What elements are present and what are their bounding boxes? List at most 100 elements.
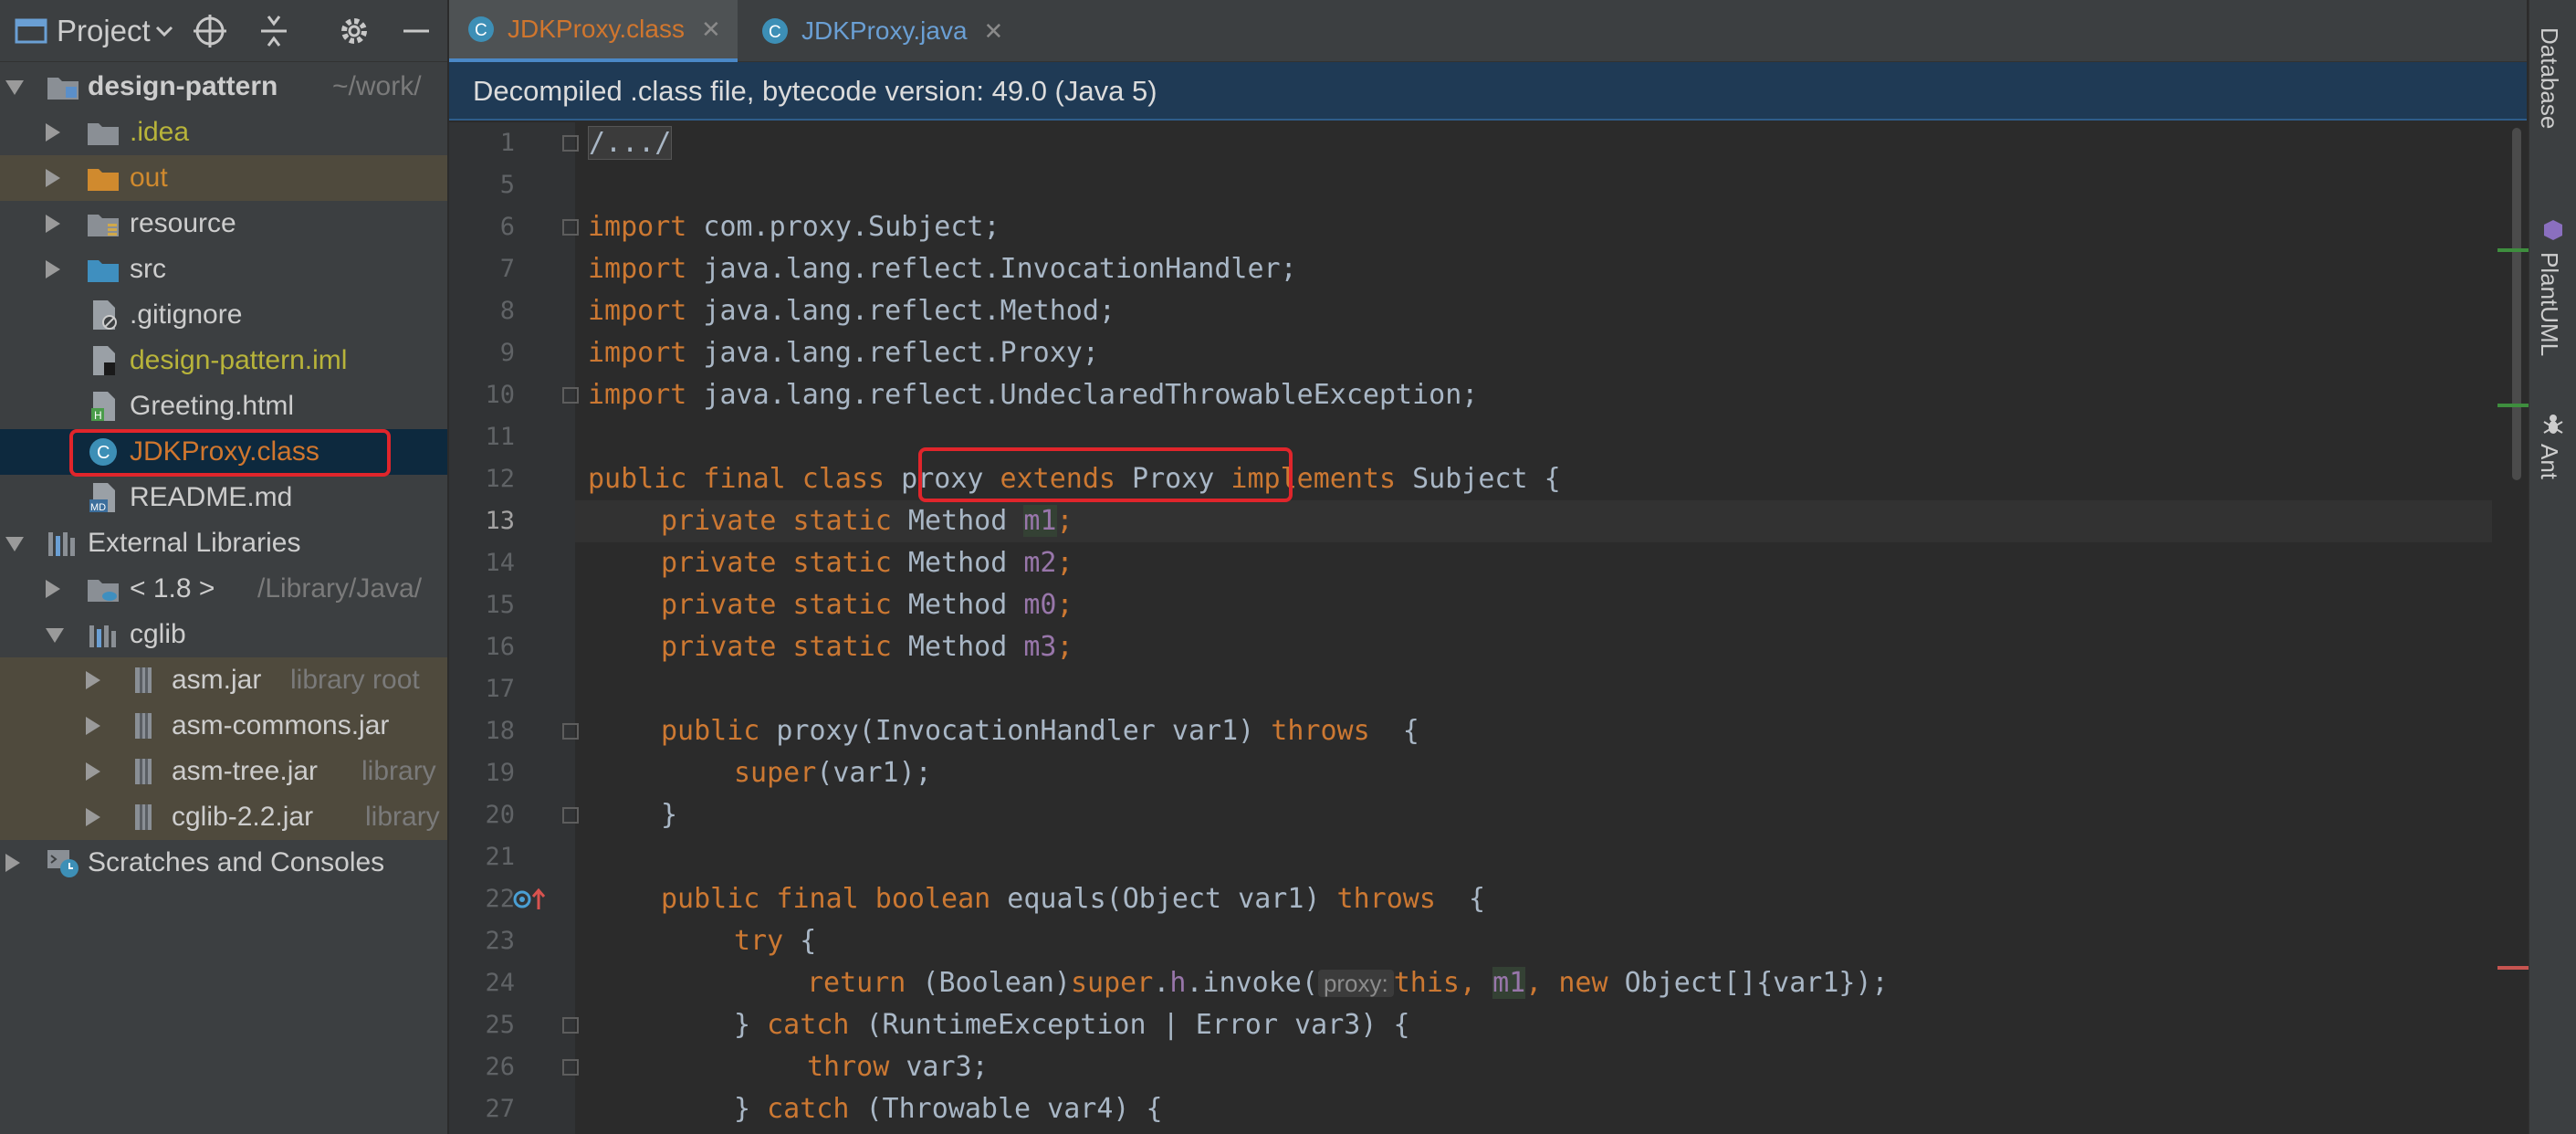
tree-node-iml[interactable]: design-pattern.iml bbox=[0, 338, 447, 383]
chevron-right-icon[interactable] bbox=[86, 671, 100, 689]
chevron-right-icon[interactable] bbox=[46, 580, 60, 598]
ant-tool-button[interactable]: Ant bbox=[2535, 444, 2563, 479]
line-number: 24 bbox=[485, 969, 515, 997]
code-line: private static Method m0; bbox=[588, 584, 2505, 626]
chevron-right-icon[interactable] bbox=[46, 169, 60, 187]
code-text: ; bbox=[1056, 547, 1073, 579]
code-text: java.lang.reflect.Method; bbox=[686, 295, 1115, 327]
tree-node-label: out bbox=[130, 163, 168, 193]
line-number: 23 bbox=[485, 927, 515, 955]
svg-text:C: C bbox=[475, 21, 487, 40]
code-text: java.lang.reflect.UndeclaredThrowableExc… bbox=[686, 379, 1479, 411]
project-window-icon bbox=[15, 18, 47, 44]
close-icon[interactable]: ✕ bbox=[984, 17, 1004, 46]
tree-node-scratches[interactable]: Scratches and Consoles bbox=[0, 840, 447, 886]
locate-target-icon[interactable] bbox=[192, 13, 228, 49]
tree-node-src[interactable]: src bbox=[0, 247, 447, 292]
right-tool-strip: Database PlantUML Ant bbox=[2529, 0, 2576, 1134]
line-number: 1 bbox=[499, 129, 515, 157]
tree-node-greeting-html[interactable]: H Greeting.html bbox=[0, 383, 447, 429]
keyword: super bbox=[734, 757, 817, 789]
line-number: 8 bbox=[499, 297, 515, 325]
plantuml-tool-button[interactable]: PlantUML bbox=[2535, 252, 2563, 356]
tree-node-label: design-pattern.iml bbox=[130, 345, 348, 375]
tree-node-label: Scratches and Consoles bbox=[88, 847, 385, 877]
tab-label: JDKProxy.java bbox=[801, 16, 968, 45]
code-line: private static Method m2; bbox=[588, 542, 2505, 584]
tree-node-idea[interactable]: .idea bbox=[0, 110, 447, 155]
minimize-icon[interactable] bbox=[398, 13, 435, 49]
editor-scrollbar[interactable] bbox=[2508, 122, 2527, 1134]
chevron-down-icon[interactable] bbox=[5, 537, 24, 551]
code-line: /.../ bbox=[588, 122, 2505, 164]
project-view-title: Project bbox=[57, 14, 151, 47]
chevron-down-icon[interactable] bbox=[5, 80, 24, 95]
chevron-right-icon[interactable] bbox=[86, 762, 100, 781]
tree-node-external-libraries[interactable]: External Libraries bbox=[0, 520, 447, 566]
line-number: 18 bbox=[485, 717, 515, 745]
tree-node-jdk[interactable]: < 1.8 > /Library/Java/ bbox=[0, 566, 447, 612]
tree-node-design-pattern[interactable]: design-pattern ~/work/ bbox=[0, 64, 447, 110]
chevron-right-icon[interactable] bbox=[5, 854, 20, 872]
database-tool-button[interactable]: Database bbox=[2535, 27, 2563, 129]
code-line-current: private static Method m1; bbox=[575, 500, 2492, 542]
tree-node-gitignore[interactable]: .gitignore bbox=[0, 292, 447, 338]
code-text: (var1); bbox=[816, 757, 932, 789]
tree-node-asm-commons-jar[interactable]: asm-commons.jar library bbox=[0, 703, 447, 749]
parameter-hint: proxy: bbox=[1317, 970, 1394, 997]
folded-comment[interactable]: /.../ bbox=[588, 126, 673, 160]
tree-node-label: .gitignore bbox=[130, 299, 243, 330]
line-number: 19 bbox=[485, 759, 515, 787]
tree-node-label: asm-tree.jar bbox=[172, 756, 319, 786]
tree-node-label: cglib-2.2.jar bbox=[172, 802, 314, 832]
field-name: m3 bbox=[1023, 631, 1057, 663]
tree-node-asm-tree-jar[interactable]: asm-tree.jar library bbox=[0, 749, 447, 794]
code-editor[interactable]: /.../ import com.proxy.Subject; import j… bbox=[575, 122, 2510, 1134]
change-marker bbox=[2497, 248, 2529, 252]
scrollbar-thumb[interactable] bbox=[2512, 128, 2521, 480]
tree-node-label: asm.jar bbox=[172, 665, 262, 695]
tree-node-readme[interactable]: MD README.md bbox=[0, 475, 447, 520]
chevron-right-icon[interactable] bbox=[46, 260, 60, 278]
project-toolbar: Project bbox=[0, 0, 447, 62]
override-method-icon[interactable] bbox=[511, 886, 548, 913]
tree-node-resource[interactable]: resource bbox=[0, 201, 447, 247]
code-line: public final class proxy extends Proxy i… bbox=[588, 458, 2505, 500]
tab-jdkproxy-class[interactable]: C JDKProxy.class ✕ bbox=[449, 0, 738, 62]
keyword: private static bbox=[661, 631, 892, 663]
line-number: 13 bbox=[485, 507, 515, 535]
line-number: 11 bbox=[485, 423, 515, 451]
chevron-right-icon[interactable] bbox=[86, 808, 100, 826]
tab-jdkproxy-java[interactable]: C JDKProxy.java ✕ bbox=[739, 0, 1004, 62]
tree-node-cglib[interactable]: cglib bbox=[0, 612, 447, 657]
tree-node-asm-jar[interactable]: asm.jar library root bbox=[0, 657, 447, 703]
code-line: import java.lang.reflect.Proxy; bbox=[588, 332, 2505, 374]
tree-node-cglib-jar[interactable]: cglib-2.2.jar library bbox=[0, 794, 447, 840]
project-view-selector[interactable]: Project bbox=[15, 0, 174, 62]
chevron-right-icon[interactable] bbox=[86, 717, 100, 735]
tree-node-out[interactable]: out bbox=[0, 155, 447, 201]
jar-icon bbox=[135, 667, 152, 693]
chevron-right-icon[interactable] bbox=[46, 215, 60, 233]
code-text: var3; bbox=[889, 1051, 989, 1083]
chevron-right-icon[interactable] bbox=[46, 123, 60, 142]
keyword: throws bbox=[1271, 715, 1370, 747]
tree-node-hint: library root bbox=[290, 665, 420, 695]
collapse-all-icon[interactable] bbox=[256, 13, 292, 49]
class-file-icon: C bbox=[762, 18, 788, 44]
code-text: com.proxy.Subject; bbox=[686, 211, 1000, 243]
code-line: import java.lang.reflect.Method; bbox=[588, 290, 2505, 332]
module-folder-icon bbox=[47, 78, 79, 100]
code-text: .invoke( bbox=[1186, 967, 1318, 999]
close-icon[interactable]: ✕ bbox=[701, 16, 721, 44]
code-text: } bbox=[734, 1093, 768, 1125]
line-number: 5 bbox=[499, 171, 515, 199]
gear-icon[interactable] bbox=[336, 13, 372, 49]
chevron-down-icon[interactable] bbox=[46, 628, 64, 643]
tree-node-label: src bbox=[130, 254, 166, 284]
banner-text: Decompiled .class file, bytecode version… bbox=[473, 75, 1157, 107]
tree-node-label: resource bbox=[130, 208, 236, 238]
ant-icon bbox=[2543, 415, 2563, 434]
line-number: 27 bbox=[485, 1095, 515, 1123]
tree-node-hint: library bbox=[361, 756, 436, 786]
